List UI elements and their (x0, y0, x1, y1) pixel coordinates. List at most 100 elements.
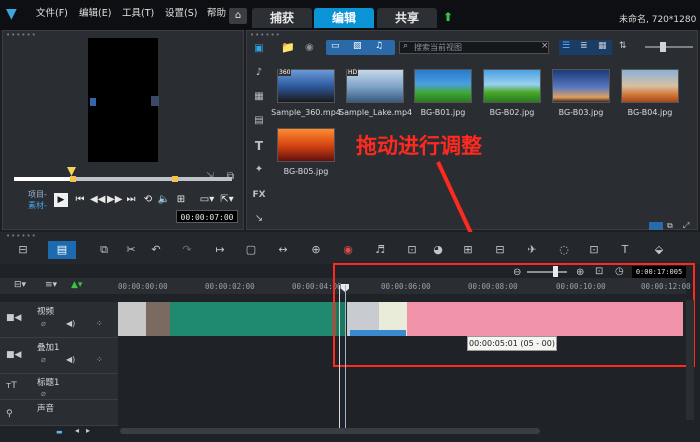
panel-grip[interactable]: •••••• (250, 31, 281, 39)
library-expand-icon[interactable]: ⧉ (667, 221, 673, 231)
ripple-menu-icon[interactable]: ≡▾ (45, 280, 57, 290)
tab-edit[interactable]: 编辑 (314, 8, 374, 28)
stabilize-icon[interactable]: ⊡ (585, 243, 603, 256)
menu-tools[interactable]: 工具(T) (122, 8, 154, 20)
repeat-icon[interactable]: ⟲ (141, 194, 155, 206)
track-label: 叠加1 (37, 343, 60, 353)
scroll-prev-icon[interactable]: ◂ (75, 426, 79, 435)
multicam-icon[interactable]: ⊡ (403, 243, 421, 256)
panel-grip[interactable]: •••••• (6, 31, 37, 39)
overlay-icon[interactable]: ✦ (251, 163, 267, 177)
list-view-icon[interactable]: ☰ (562, 41, 570, 51)
play-button[interactable]: ▶ (54, 193, 68, 207)
menu-help[interactable]: 帮助 (207, 8, 226, 20)
upload-arrow-icon[interactable]: ⬆ (443, 10, 455, 24)
track-list-icon[interactable]: ⊟▾ (14, 280, 26, 290)
clear-search-icon[interactable]: × (541, 41, 549, 51)
prev-frame-button[interactable]: ◀◀ (90, 194, 105, 206)
import-icon[interactable]: ◉ (305, 42, 314, 53)
split-icon[interactable]: ↦ (211, 243, 229, 256)
home-button[interactable]: ⏮ (73, 194, 87, 206)
search-input[interactable]: 搜索当前视图 (399, 41, 549, 54)
next-frame-button[interactable]: ▶▶ (107, 194, 122, 206)
link-icon[interactable]: ⌀ (41, 355, 46, 364)
library-close-icon[interactable]: ⤢ (683, 221, 689, 231)
track-grid-icon[interactable]: ⁘ (96, 355, 103, 364)
scroll-left-icon[interactable]: ▬ (56, 428, 63, 436)
thumb-bg-b03[interactable] (552, 69, 610, 103)
menu-settings[interactable]: 设置(S) (165, 8, 197, 20)
thumbnail-size-handle[interactable] (660, 42, 666, 52)
volume-icon[interactable]: 🔈 (157, 194, 171, 206)
hd-preview-icon[interactable]: ⊞ (174, 194, 188, 206)
mark-in[interactable] (70, 176, 76, 182)
track-grid-icon[interactable]: ⁘ (96, 319, 103, 328)
playhead-line[interactable] (339, 285, 340, 432)
thumbnail-size-slider[interactable] (645, 46, 693, 48)
graphics-icon[interactable]: ▤ (251, 114, 267, 128)
thumb-bg-b04[interactable] (621, 69, 679, 103)
project-mode-label[interactable]: 项目- (28, 189, 47, 200)
motion-path-icon[interactable]: ↘ (251, 212, 267, 226)
mark-out[interactable] (172, 176, 178, 182)
track-manager-icon[interactable]: ⧉ (95, 243, 113, 257)
tools-icon[interactable]: ✂ (122, 243, 140, 256)
panel-grip[interactable]: •••••• (6, 232, 37, 240)
media-library-icon[interactable]: ▣ (251, 42, 267, 56)
clip-mode-label[interactable]: 素材- (28, 200, 47, 211)
motion-icon[interactable]: ✈ (523, 243, 541, 256)
filter-icon[interactable]: FX (251, 188, 267, 202)
menu-file[interactable]: 文件(F) (36, 8, 68, 20)
home-icon[interactable]: ⌂ (229, 8, 247, 24)
video-clip-thumb[interactable] (118, 302, 146, 336)
thumb-bg-b01[interactable] (414, 69, 472, 103)
timeline-scrollbar[interactable] (120, 428, 540, 434)
end-button[interactable]: ⏭ (124, 194, 138, 206)
add-track-icon[interactable]: ▲▾ (71, 280, 82, 290)
3d-title-icon[interactable]: T (616, 243, 634, 256)
color-grading-icon[interactable]: ◉ (339, 243, 357, 256)
redo-icon[interactable]: ↷ (178, 243, 196, 256)
subtitle-icon[interactable]: ⊞ (459, 243, 477, 256)
details-view-icon[interactable]: ≣ (580, 41, 588, 51)
transition-icon[interactable]: ▦ (251, 90, 267, 104)
vertical-scrollbar[interactable] (686, 300, 694, 420)
timeline-view-icon: ▤ (56, 243, 68, 256)
scroll-next-icon[interactable]: ▸ (86, 426, 90, 435)
split-screen-icon[interactable]: ⊟ (491, 243, 509, 256)
instant-project-icon[interactable]: ♪ (251, 66, 267, 80)
batch-icon[interactable]: ⬙ (650, 243, 668, 256)
title-icon[interactable]: T (251, 139, 267, 153)
storyboard-view-icon[interactable]: ⊟ (14, 243, 32, 256)
aspect-ratio-icon[interactable]: ▭▾ (198, 194, 216, 206)
overlay-track-icon: ■◀ (6, 350, 22, 360)
tab-capture[interactable]: 捕获 (252, 8, 312, 28)
undo-icon[interactable]: ↶ (147, 243, 165, 256)
video-filter-icon[interactable]: ▭ (331, 41, 340, 51)
tab-share[interactable]: 共享 (377, 8, 437, 28)
thumb-label: BG-B04.jpg (627, 108, 673, 117)
track-volume-icon[interactable]: ◀) (66, 355, 75, 364)
blend-icon[interactable]: ◕ (429, 243, 447, 256)
library-option-icon[interactable] (649, 222, 663, 230)
menu-edit[interactable]: 编辑(E) (79, 8, 111, 20)
photo-filter-icon[interactable]: ▨ (353, 41, 362, 51)
snapshot-tool-icon[interactable]: ▢ (242, 243, 260, 256)
thumb-bg-b05[interactable] (277, 128, 335, 162)
sort-icon[interactable]: ⇅ (619, 41, 627, 51)
add-folder-icon[interactable]: 📁 (281, 41, 295, 54)
link-icon[interactable]: ⌀ (41, 319, 46, 328)
mask-icon[interactable]: ◌ (555, 243, 573, 256)
link-icon[interactable]: ⌀ (41, 389, 46, 398)
audio-filter-icon[interactable]: ♫ (375, 41, 383, 51)
video-clip-thumb[interactable] (146, 302, 170, 336)
thumbnail-view-icon[interactable]: ▦ (598, 41, 607, 51)
pan-zoom-icon[interactable]: ⊕ (307, 243, 325, 256)
fit-icon[interactable]: ↔ (274, 243, 292, 256)
player-timecode[interactable]: 00:00:07:00 (176, 210, 238, 223)
resize-icon[interactable]: ⇱▾ (218, 194, 236, 206)
track-volume-icon[interactable]: ◀) (66, 319, 75, 328)
audio-mixer-icon[interactable]: ♬ (371, 243, 389, 256)
video-clip[interactable] (170, 302, 336, 336)
thumb-bg-b02[interactable] (483, 69, 541, 103)
